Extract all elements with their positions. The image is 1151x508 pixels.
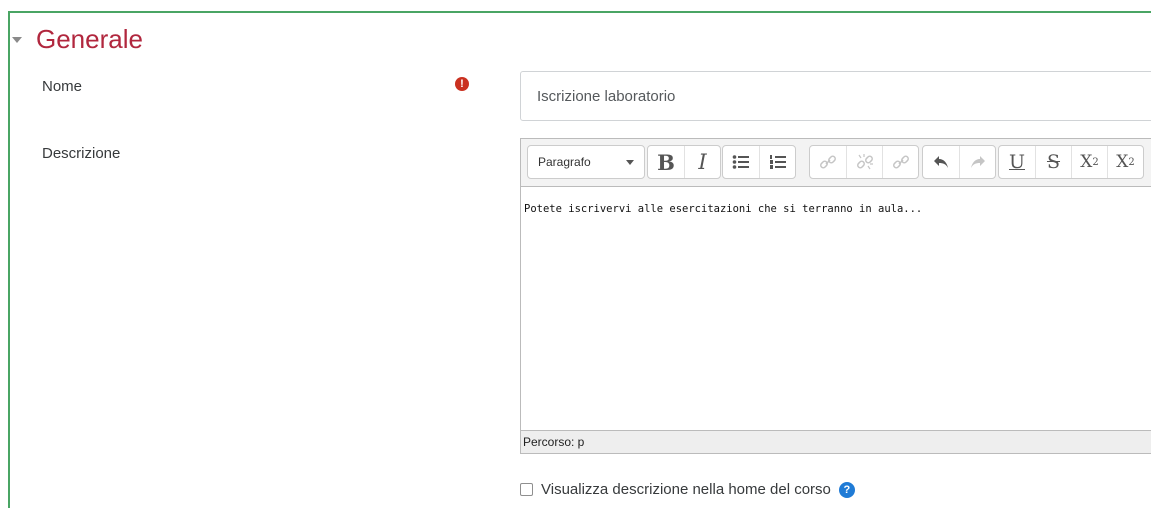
strikethrough-button[interactable]: S [1035, 146, 1071, 178]
format-group: B I [647, 145, 721, 179]
editor-path-bar: Percorso: p [521, 430, 1151, 453]
subscript-base: X [1080, 152, 1093, 172]
italic-button[interactable]: I [684, 146, 720, 178]
section-title: Generale [36, 24, 143, 54]
section-header-generale[interactable]: Generale [12, 24, 143, 55]
subscript-mark: 2 [1092, 156, 1099, 168]
ordered-list-icon [769, 155, 786, 169]
manage-links-button[interactable] [882, 146, 918, 178]
paragraph-style-select[interactable]: Paragrafo [527, 145, 645, 179]
editor-content[interactable]: Potete iscrivervi alle esercitazioni che… [521, 187, 1151, 431]
display-description-checkbox[interactable] [520, 483, 533, 496]
undo-icon [934, 156, 948, 168]
description-label: Descrizione [42, 145, 121, 162]
unordered-list-button[interactable] [723, 146, 759, 178]
unordered-list-icon [732, 155, 749, 169]
unlink-button[interactable] [846, 146, 882, 178]
name-label: Nome [42, 78, 83, 95]
link-icon [820, 155, 836, 169]
text-style-group: U S X2 X2 [998, 145, 1144, 179]
list-group [722, 145, 796, 179]
superscript-button[interactable]: X2 [1107, 146, 1143, 178]
editor-toolbar: Paragrafo B I U S X 2 X 2 [521, 139, 1151, 187]
superscript-base: X [1116, 152, 1129, 172]
link-button[interactable] [810, 146, 846, 178]
subscript-button[interactable]: X2 [1071, 146, 1107, 178]
name-input[interactable] [520, 71, 1151, 121]
help-icon[interactable]: ? [838, 481, 855, 498]
bold-button[interactable]: B [648, 146, 684, 178]
manage-links-icon [892, 155, 909, 169]
display-description-row: Visualizza descrizione nella home del co… [520, 481, 855, 498]
required-icon: ! [455, 77, 469, 91]
ordered-list-button[interactable] [759, 146, 795, 178]
display-description-label[interactable]: Visualizza descrizione nella home del co… [541, 481, 831, 498]
superscript-mark: 2 [1128, 156, 1135, 168]
unlink-icon [856, 154, 873, 170]
description-editor[interactable]: Paragrafo B I U S X 2 X 2 Potete iscrive… [520, 138, 1151, 454]
history-group [922, 145, 996, 179]
chevron-down-icon [626, 160, 634, 165]
undo-button[interactable] [923, 146, 959, 178]
link-group [809, 145, 919, 179]
collapse-caret-icon[interactable] [12, 36, 22, 43]
underline-button[interactable]: U [999, 146, 1035, 178]
redo-button[interactable] [959, 146, 995, 178]
redo-icon [970, 156, 985, 168]
paragraph-style-label: Paragrafo [538, 155, 591, 169]
